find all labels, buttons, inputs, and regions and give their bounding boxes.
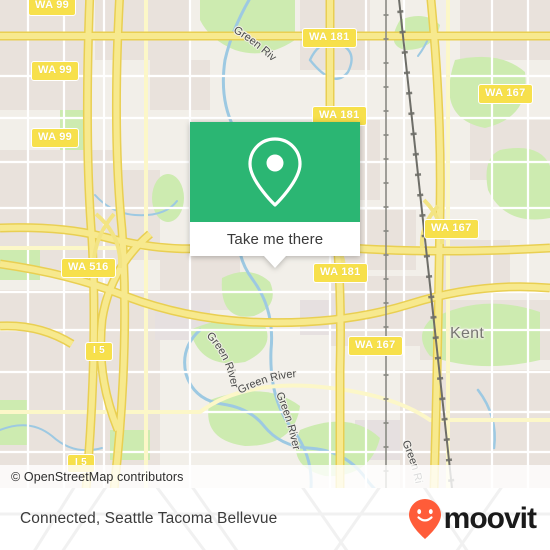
moovit-map-screenshot: Green River Green River Green River Gree…: [0, 0, 550, 550]
river-label: Green River: [270, 389, 340, 472]
place-title: Connected, Seattle Tacoma Bellevue: [20, 510, 278, 527]
highway-shield-wa167-south[interactable]: WA 167: [348, 336, 403, 356]
river-label-text: Green River: [272, 389, 303, 452]
popup-action-bar[interactable]: Take me there: [190, 222, 360, 268]
osm-attribution-text[interactable]: © OpenStreetMap contributors: [0, 470, 184, 484]
location-popup-card[interactable]: Take me there: [190, 122, 360, 268]
moovit-smiley-pin-icon: [408, 499, 441, 539]
svg-text:Green River: Green River: [273, 390, 302, 451]
footer-content: Connected, Seattle Tacoma Bellevue moovi…: [0, 488, 550, 550]
highway-shield-wa99-upper[interactable]: WA 99: [31, 61, 80, 81]
city-label-kent: Kent: [450, 325, 485, 342]
take-me-there-button[interactable]: Take me there: [227, 231, 323, 248]
highway-shield-wa516[interactable]: WA 516: [61, 258, 116, 278]
highway-shield-wa167-northeast[interactable]: WA 167: [478, 84, 533, 104]
highway-shield-wa167-east[interactable]: WA 167: [424, 219, 479, 239]
popup-tail-pointer: [264, 256, 286, 268]
map-canvas[interactable]: Green River Green River Green River Gree…: [0, 0, 550, 488]
footer-bar: Connected, Seattle Tacoma Bellevue moovi…: [0, 488, 550, 550]
svg-text:Green River: Green River: [204, 330, 241, 389]
river-label-text: Green River: [203, 329, 242, 391]
moovit-wordmark: moovit: [443, 502, 537, 535]
location-pin-icon: [248, 137, 302, 207]
highway-shield-i5-upper[interactable]: I 5: [85, 342, 114, 361]
highway-shield-wa181-north[interactable]: WA 181: [302, 28, 357, 48]
popup-pin-area: [190, 122, 360, 222]
map-attribution-bar: © OpenStreetMap contributors: [0, 465, 550, 488]
moovit-logo[interactable]: moovit: [408, 498, 537, 540]
highway-shield-wa181-south[interactable]: WA 181: [313, 263, 368, 283]
highway-shield-wa99-top[interactable]: WA 99: [28, 0, 77, 16]
highway-shield-wa99-lower[interactable]: WA 99: [31, 128, 80, 148]
